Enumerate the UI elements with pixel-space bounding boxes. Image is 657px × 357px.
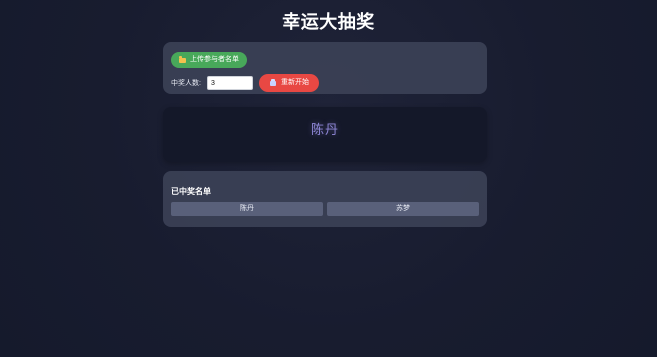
- restart-icon: [269, 79, 277, 87]
- current-name-display: 陈丹: [310, 122, 339, 137]
- folder-icon: [179, 55, 186, 63]
- winner-count-input[interactable]: [206, 76, 253, 90]
- winners-panel: 已中奖名单 陈丹 苏梦: [163, 171, 487, 227]
- page-title: 幸运大抽奖: [282, 12, 375, 32]
- restart-label: 重新开始: [280, 79, 309, 86]
- winner-item: 陈丹: [171, 202, 323, 216]
- restart-button[interactable]: 重新开始: [258, 74, 319, 92]
- controls-row: 中奖人数: 重新开始: [171, 74, 479, 92]
- control-panel: 上传参与者名单 中奖人数: 重新开始: [163, 42, 487, 94]
- lottery-display: 陈丹: [163, 107, 487, 162]
- upload-participants-label: 上传参与者名单: [190, 56, 239, 63]
- winner-item: 苏梦: [327, 202, 479, 216]
- winners-grid: 陈丹 苏梦: [171, 202, 479, 216]
- winners-title: 已中奖名单: [171, 187, 211, 196]
- upload-participants-button[interactable]: 上传参与者名单: [171, 52, 247, 68]
- winner-count-label: 中奖人数:: [171, 80, 201, 87]
